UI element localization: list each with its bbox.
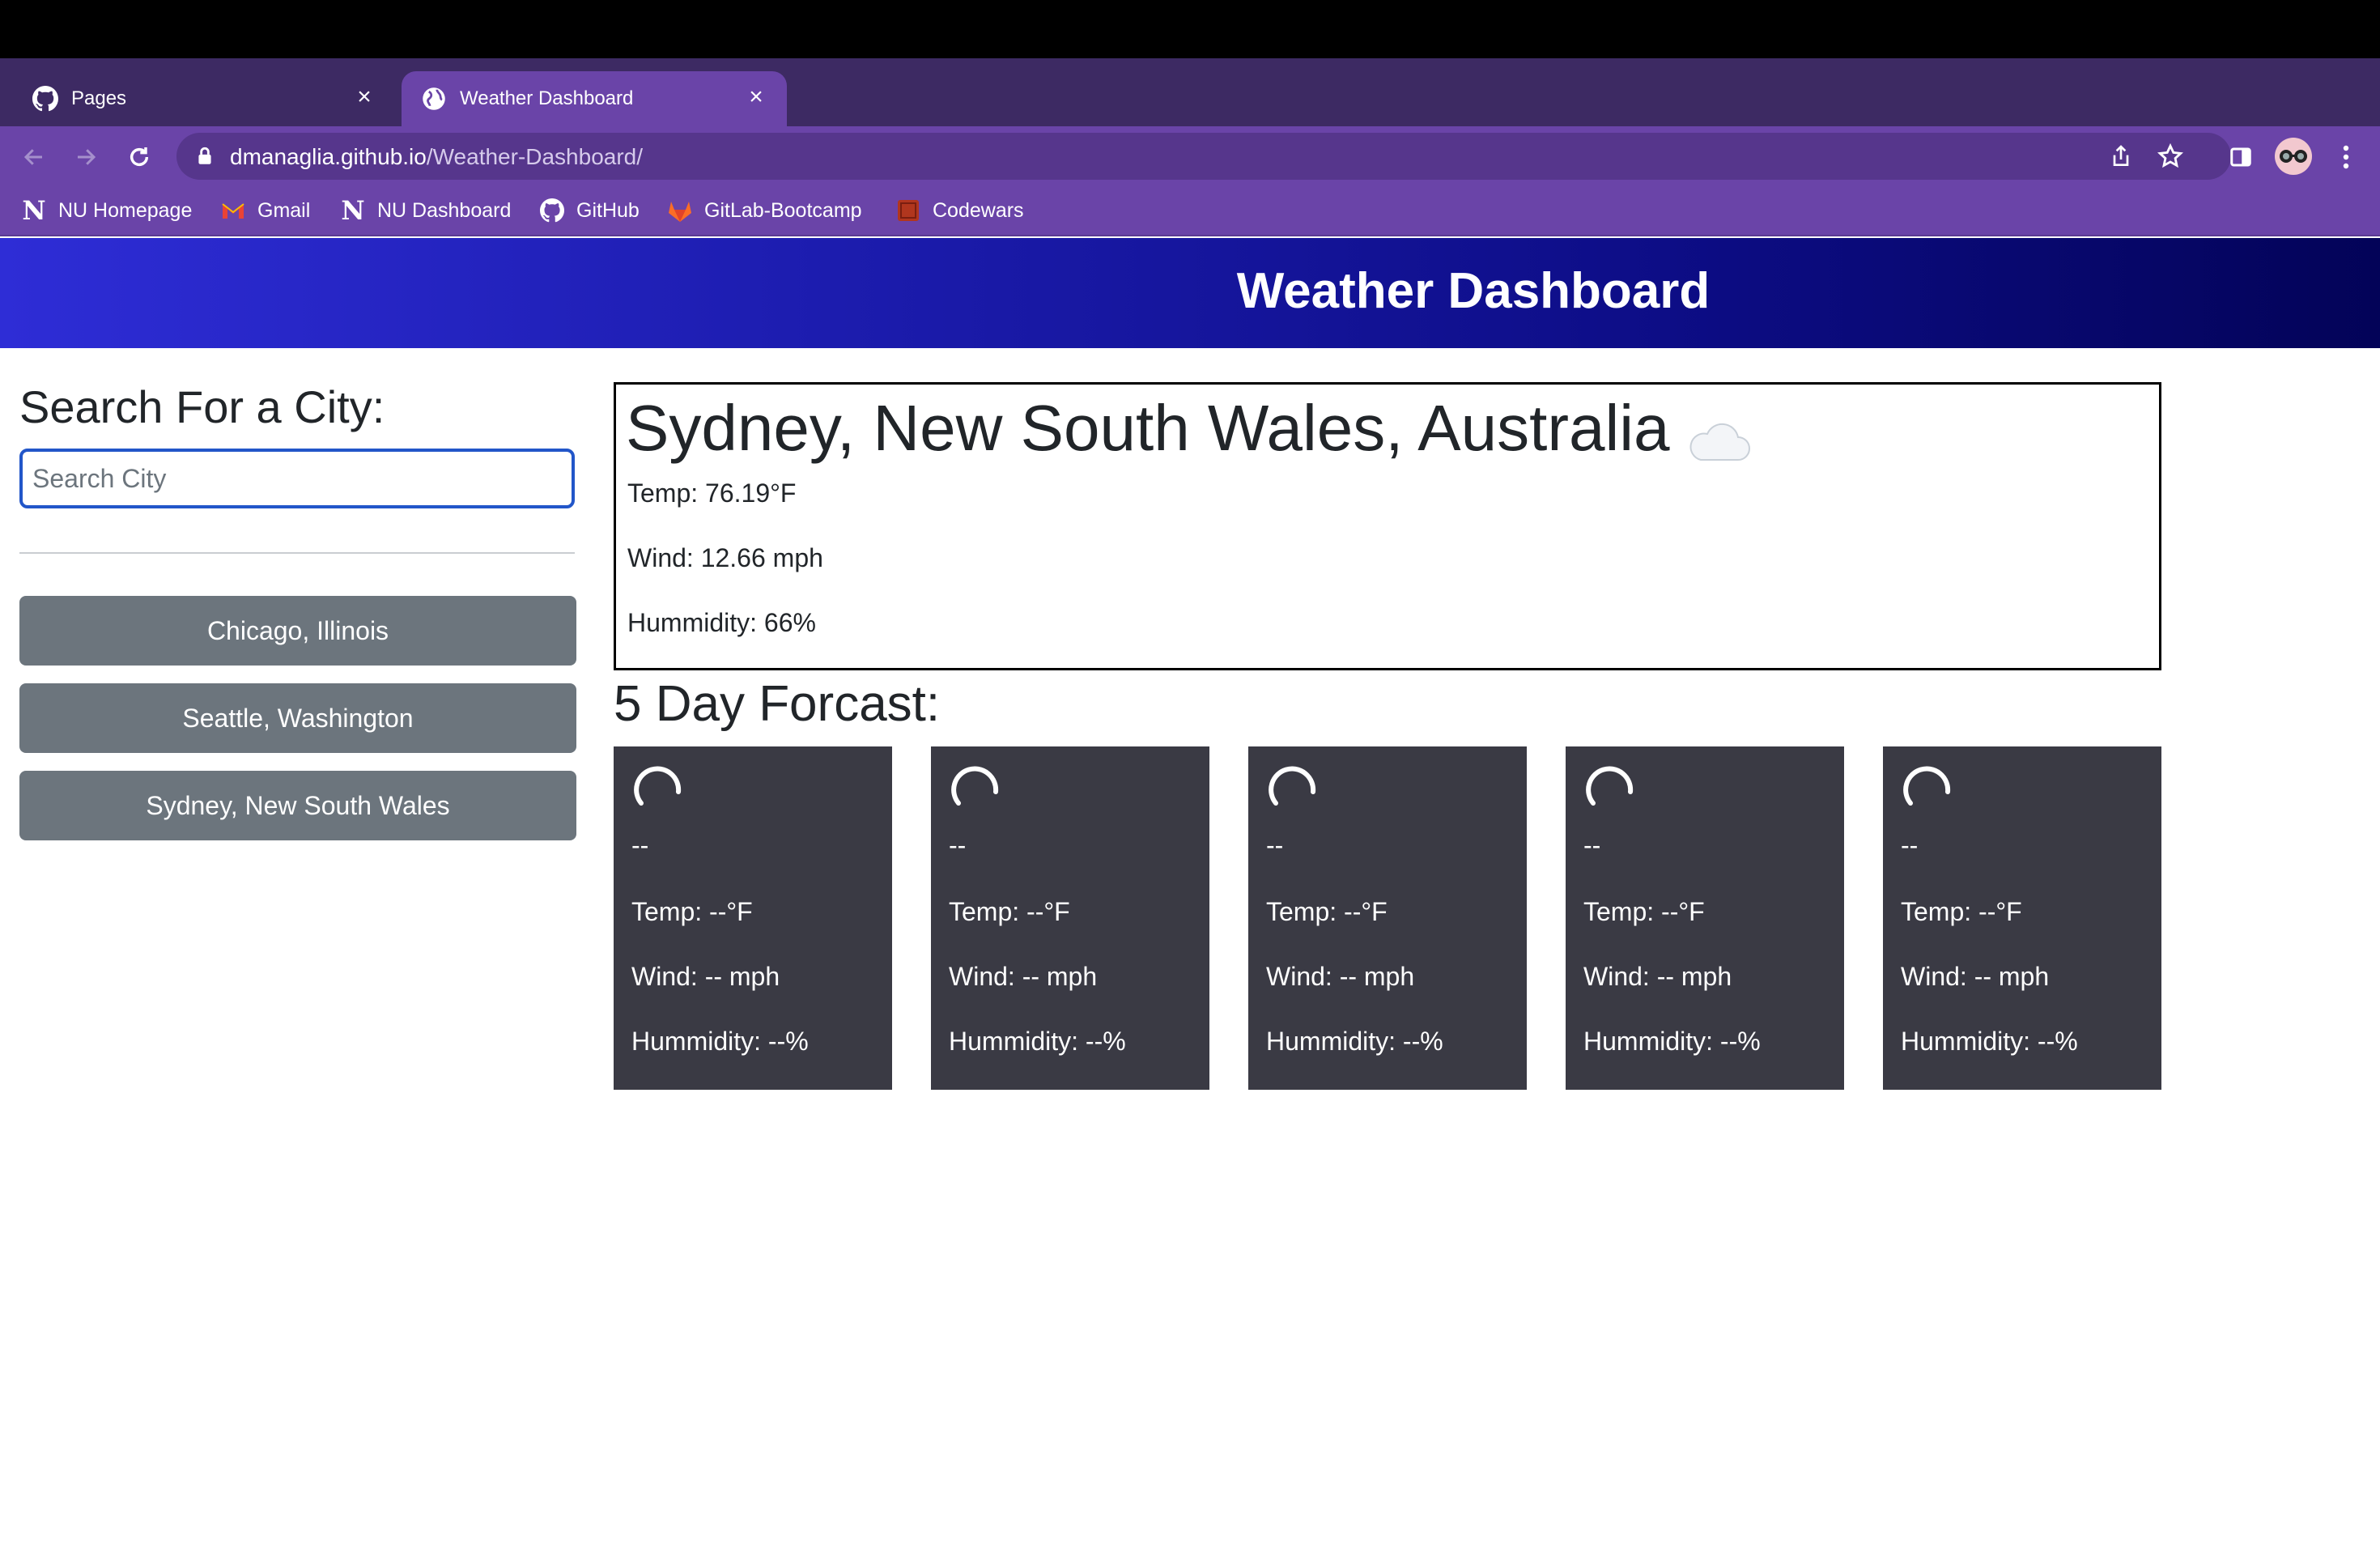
northwestern-n-icon: N [341, 195, 365, 226]
bookmark-gitlab-bootcamp[interactable]: GitLab-Bootcamp [667, 196, 862, 225]
forecast-wind: Wind: -- mph [1901, 962, 2050, 991]
current-humidity: Hummidity: 66% [627, 608, 816, 637]
share-icon[interactable] [2108, 143, 2134, 169]
url-text[interactable]: dmanaglia.github.io/Weather-Dashboard/ [230, 144, 643, 170]
forecast-heading: 5 Day Forcast: [614, 676, 941, 732]
forecast-date: -- [1901, 831, 1919, 860]
forecast-wind: Wind: -- mph [1583, 962, 1732, 991]
globe-icon [421, 86, 447, 112]
url-host: dmanaglia.github.io [230, 144, 427, 169]
tab-title: Pages [71, 87, 127, 109]
gitlab-icon [667, 198, 693, 223]
browser-toolbar: dmanaglia.github.io/Weather-Dashboard/ [0, 126, 2380, 186]
loading-spinner-icon [634, 766, 682, 806]
forecast-card: -- Temp: --°F Wind: -- mph Hummidity: --… [1883, 746, 2161, 1090]
bookmark-github[interactable]: GitHub [539, 196, 640, 225]
forecast-date: -- [949, 831, 967, 860]
forecast-card: -- Temp: --°F Wind: -- mph Hummidity: --… [1566, 746, 1844, 1090]
forecast-wind: Wind: -- mph [1266, 962, 1415, 991]
northwestern-n-icon: N [22, 195, 46, 226]
profile-avatar[interactable] [2275, 138, 2312, 175]
forecast-temp: Temp: --°F [1583, 897, 1705, 926]
address-bar[interactable]: dmanaglia.github.io/Weather-Dashboard/ [176, 133, 2231, 180]
forecast-card: -- Temp: --°F Wind: -- mph Hummidity: --… [1248, 746, 1527, 1090]
history-button-seattle[interactable]: Seattle, Washington [19, 683, 576, 753]
forecast-humidity: Hummidity: --% [1583, 1027, 1761, 1056]
gmail-icon [220, 198, 246, 223]
bookmark-nu-dashboard[interactable]: N NU Dashboard [340, 195, 512, 226]
cloud-icon [1685, 406, 1753, 461]
side-panel-icon[interactable] [2223, 139, 2259, 175]
bookmark-label: GitHub [576, 198, 640, 222]
bookmark-label: Codewars [933, 198, 1024, 222]
history-button-chicago[interactable]: Chicago, Illinois [19, 596, 576, 666]
loading-spinner-icon [1903, 766, 1951, 806]
forecast-date: -- [1266, 831, 1284, 860]
bookmarks-bar: N NU Homepage Gmail N NU Dashboard GitHu… [0, 186, 2380, 236]
bookmark-label: Gmail [257, 198, 311, 222]
loading-spinner-icon [1269, 766, 1316, 806]
url-path: /Weather-Dashboard/ [426, 144, 644, 169]
divider [19, 552, 575, 554]
current-temp: Temp: 76.19°F [627, 478, 797, 508]
tab-strip: Pages × Weather Dashboard × + [0, 58, 2380, 164]
codewars-icon [895, 198, 921, 223]
search-input[interactable] [19, 449, 575, 508]
close-icon[interactable]: × [742, 83, 771, 112]
forecast-humidity: Hummidity: --% [949, 1027, 1126, 1056]
forecast-temp: Temp: --°F [1901, 897, 2022, 926]
back-arrow-icon[interactable] [16, 139, 52, 175]
tab-weather-dashboard[interactable]: Weather Dashboard × [402, 71, 787, 126]
tab-title: Weather Dashboard [460, 87, 634, 109]
forecast-temp: Temp: --°F [949, 897, 1070, 926]
history-button-sydney[interactable]: Sydney, New South Wales [19, 771, 576, 840]
forecast-temp: Temp: --°F [1266, 897, 1388, 926]
forecast-card: -- Temp: --°F Wind: -- mph Hummidity: --… [614, 746, 892, 1090]
search-sidebar: Search For a City: Chicago, Illinois Sea… [19, 381, 576, 840]
bookmark-label: NU Dashboard [377, 198, 512, 222]
loading-spinner-icon [951, 766, 999, 806]
close-icon[interactable]: × [350, 83, 379, 112]
forecast-humidity: Hummidity: --% [1266, 1027, 1443, 1056]
lock-icon[interactable] [194, 146, 215, 167]
bookmark-star-icon[interactable] [2157, 142, 2184, 170]
page-title: Weather Dashboard [1236, 263, 1711, 319]
github-icon [539, 198, 565, 223]
github-icon [32, 86, 58, 112]
forecast-wind: Wind: -- mph [631, 962, 780, 991]
forecast-date: -- [631, 831, 649, 860]
forecast-temp: Temp: --°F [631, 897, 753, 926]
tab-pages[interactable]: Pages × [13, 71, 395, 126]
forecast-date: -- [1583, 831, 1601, 860]
bookmark-label: NU Homepage [58, 198, 193, 222]
os-menu-bar [0, 0, 2380, 58]
bookmark-label: GitLab-Bootcamp [704, 198, 862, 222]
bookmark-gmail[interactable]: Gmail [220, 196, 310, 225]
current-city-name: Sydney, New South Wales, Australia [626, 392, 1670, 464]
forecast-card: -- Temp: --°F Wind: -- mph Hummidity: --… [931, 746, 1209, 1090]
search-heading: Search For a City: [19, 381, 385, 432]
loading-spinner-icon [1586, 766, 1634, 806]
app-header: Weather Dashboard [0, 238, 2380, 348]
forward-arrow-icon[interactable] [68, 139, 104, 175]
forecast-wind: Wind: -- mph [949, 962, 1098, 991]
current-city-heading: Sydney, New South Wales, Australia [626, 391, 1753, 466]
current-wind: Wind: 12.66 mph [627, 543, 823, 572]
forecast-humidity: Hummidity: --% [1901, 1027, 2078, 1056]
current-weather-card: Sydney, New South Wales, Australia Temp:… [614, 382, 2161, 670]
reload-icon[interactable] [121, 139, 157, 175]
bookmark-codewars[interactable]: Codewars [895, 196, 1024, 225]
bookmark-nu-homepage[interactable]: N NU Homepage [21, 195, 193, 226]
more-menu-icon[interactable] [2328, 139, 2364, 175]
forecast-humidity: Hummidity: --% [631, 1027, 809, 1056]
